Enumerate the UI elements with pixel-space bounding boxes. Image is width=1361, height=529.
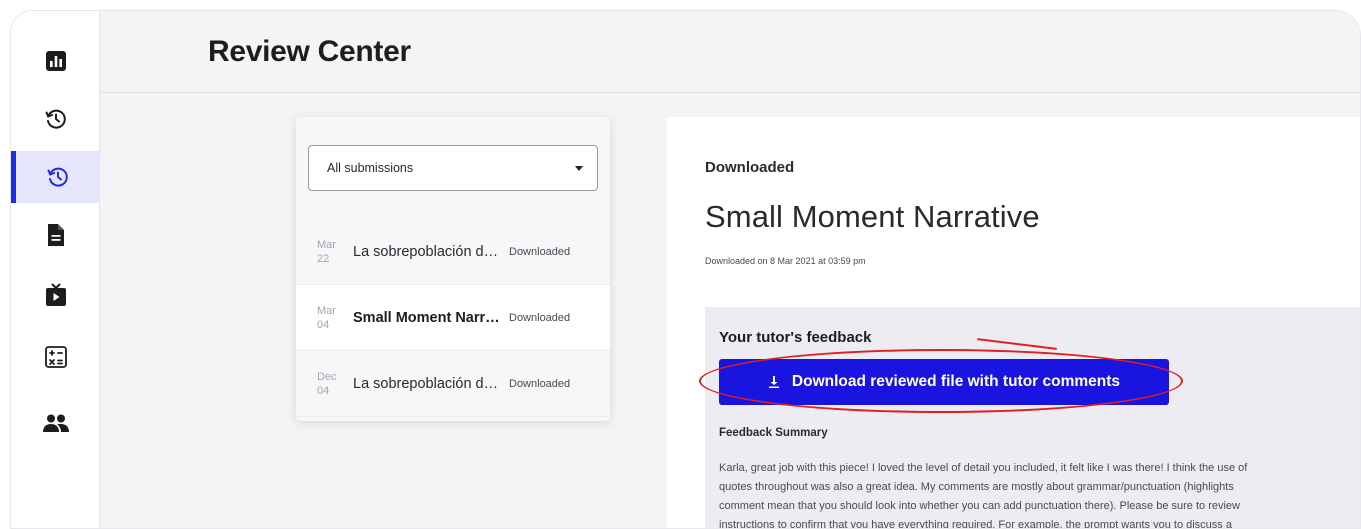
submission-date: Mar 22	[317, 238, 353, 266]
history-icon	[47, 167, 68, 187]
submission-month: Dec	[317, 370, 337, 383]
app-window: Review Center All submissions Mar 22 La …	[10, 10, 1361, 529]
submission-title: La sobrepoblación de la tierra	[353, 375, 501, 392]
sidebar-item-documents[interactable]	[11, 209, 100, 261]
filter-selected-value: All submissions	[327, 161, 414, 175]
downloaded-on-text: Downloaded on 8 Mar 2021 at 03:59 pm	[705, 256, 866, 266]
calculator-icon	[44, 346, 67, 368]
summary-line: instructions to confirm that you have ev…	[719, 519, 1232, 529]
caret-down-icon	[575, 165, 583, 171]
bar-chart-icon	[45, 51, 66, 71]
feedback-heading: Your tutor's feedback	[719, 329, 872, 346]
feedback-summary-text: Karla, great job with this piece! I love…	[719, 459, 1359, 529]
page-header: Review Center	[101, 11, 1360, 93]
sidebar-item-groups[interactable]	[11, 397, 100, 449]
people-icon	[42, 414, 69, 432]
submission-item[interactable]: Mar 04 Small Moment Narrative Downloaded	[296, 285, 610, 351]
submission-month: Mar	[317, 304, 336, 317]
submission-date: Mar 04	[317, 304, 353, 332]
detail-status: Downloaded	[705, 159, 795, 176]
download-icon	[768, 376, 779, 388]
annotation-stroke	[977, 338, 1057, 350]
submission-status: Downloaded	[509, 377, 571, 390]
sidebar-item-calculator[interactable]	[11, 331, 100, 383]
download-button-label: Download reviewed file with tutor commen…	[791, 373, 1121, 390]
summary-line: Karla, great job with this piece! I love…	[719, 462, 1248, 474]
download-reviewed-file-button[interactable]: Download reviewed file with tutor commen…	[719, 359, 1169, 405]
submission-day: 04	[317, 318, 330, 331]
submission-title: La sobrepoblación de la tierra	[353, 243, 501, 260]
submission-item[interactable]: Mar 22 La sobrepoblación de la tierra Do…	[296, 219, 610, 285]
tv-icon	[45, 283, 66, 306]
submission-month: Mar	[317, 238, 336, 251]
submissions-filter-select[interactable]: All submissions	[308, 145, 598, 191]
submission-detail-panel: Downloaded Small Moment Narrative Downlo…	[667, 117, 1360, 529]
summary-line: comment mean that you should look into w…	[719, 500, 1240, 512]
document-icon	[47, 224, 64, 246]
summary-line: quotes throughout was also a great idea.…	[719, 481, 1234, 493]
submission-day: 22	[317, 252, 330, 265]
submission-date: Dec 04	[317, 370, 353, 398]
submission-title: Small Moment Narrative	[353, 309, 501, 326]
tutor-feedback-box: Your tutor's feedback Download reviewed …	[699, 307, 1360, 529]
submission-item[interactable]: Dec 04 La sobrepoblación de la tierra Do…	[296, 351, 610, 417]
sidebar-item-videos[interactable]	[11, 269, 100, 321]
sidebar-item-stats[interactable]	[11, 35, 100, 87]
sidebar-item-review-history[interactable]	[11, 151, 100, 203]
submission-status: Downloaded	[509, 311, 571, 324]
sidebar-item-history[interactable]	[11, 93, 100, 145]
submissions-panel: All submissions Mar 22 La sobrepoblación…	[296, 117, 610, 421]
submission-day: 04	[317, 384, 330, 397]
detail-title: Small Moment Narrative	[705, 199, 1040, 234]
history-icon	[45, 109, 66, 129]
submission-status: Downloaded	[509, 245, 571, 258]
sidebar	[11, 11, 100, 528]
page-title: Review Center	[208, 35, 411, 68]
feedback-summary-heading: Feedback Summary	[719, 427, 828, 439]
